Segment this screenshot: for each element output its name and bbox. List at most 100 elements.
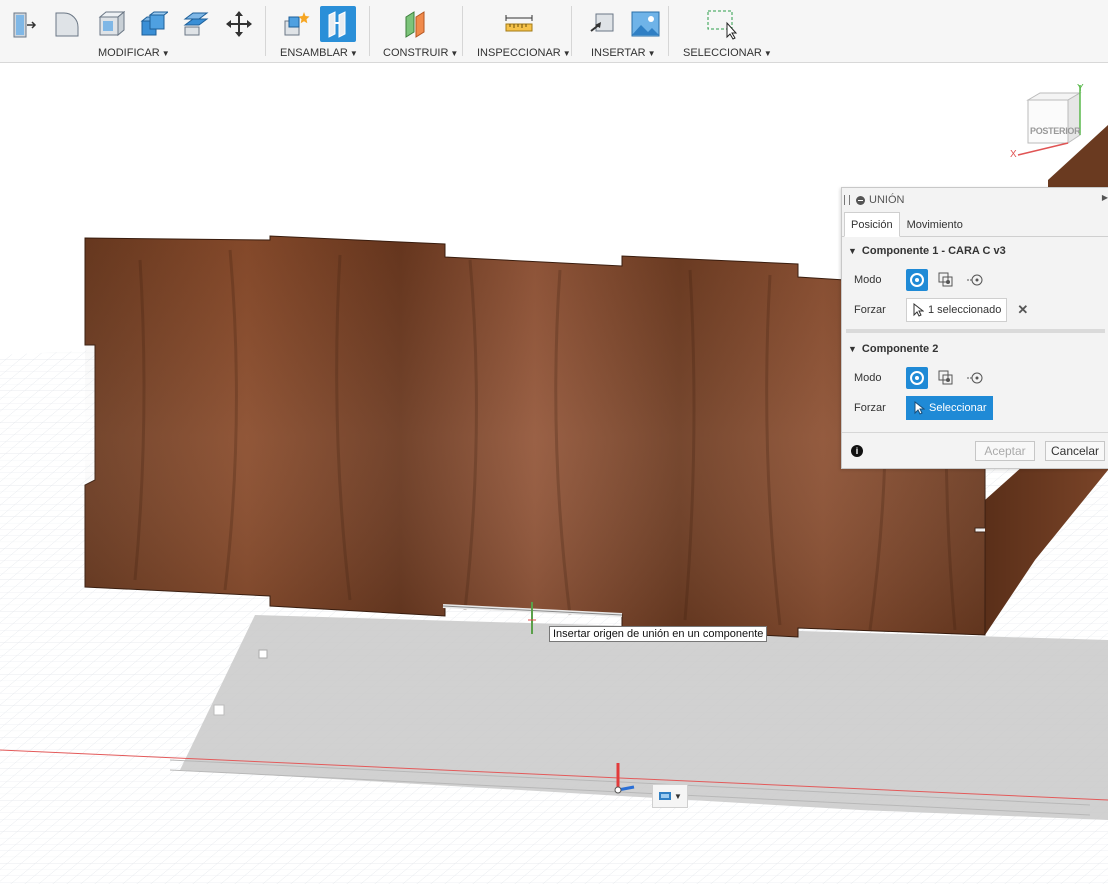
insert-derive-button[interactable] xyxy=(580,6,623,42)
offset-plane-button[interactable] xyxy=(394,6,437,42)
insert-derive-icon xyxy=(589,13,613,32)
combine-button[interactable] xyxy=(131,6,174,42)
insert-canvas-button[interactable] xyxy=(623,6,666,42)
tooltip: Insertar origen de unión en un component… xyxy=(549,626,768,642)
measure-icon xyxy=(505,15,532,32)
simple-mode-button[interactable] xyxy=(906,269,928,291)
separator xyxy=(369,6,370,56)
tab-position[interactable]: Posición xyxy=(844,212,900,237)
inspect-group: INSPECCIONAR ▼ xyxy=(472,0,571,62)
snap-selected-count: 1 seleccionado xyxy=(928,304,1002,316)
simple-mode-icon xyxy=(910,273,924,287)
mode-label: Modo xyxy=(854,372,882,384)
press-pull-button[interactable] xyxy=(2,6,45,42)
collapse-icon[interactable] xyxy=(856,195,865,205)
construct-menu[interactable]: CONSTRUIR ▼ xyxy=(383,47,458,59)
move-button[interactable] xyxy=(217,6,260,42)
shell-button[interactable] xyxy=(88,6,131,42)
grid-marker xyxy=(213,704,225,716)
expand-arrow-icon[interactable]: ▶ xyxy=(1102,193,1108,202)
cursor-icon xyxy=(914,401,925,415)
grid-marker xyxy=(258,649,268,659)
viewcube-icon xyxy=(1017,85,1082,156)
display-icon xyxy=(659,792,672,800)
combine-icon xyxy=(140,11,168,36)
separator xyxy=(571,6,572,56)
component2-title: Componente 2 xyxy=(861,343,939,355)
insert-menu[interactable]: INSERTAR ▼ xyxy=(591,47,656,59)
between-two-faces-button[interactable] xyxy=(935,367,957,389)
dialog-footer: i Aceptar Cancelar xyxy=(842,432,1108,469)
mode-label: Modo xyxy=(854,274,882,286)
shell-icon xyxy=(98,10,125,37)
edge-intersection-icon xyxy=(967,274,983,286)
triangle-down-icon: ▼ xyxy=(848,246,857,256)
section-divider xyxy=(846,329,1105,333)
select-group: SELECCIONAR ▼ xyxy=(678,0,778,62)
modify-group: MODIFICAR ▼ xyxy=(2,0,264,62)
cancel-button[interactable]: Cancelar xyxy=(1045,441,1105,461)
ok-button[interactable]: Aceptar xyxy=(975,441,1035,461)
modify-menu[interactable]: MODIFICAR ▼ xyxy=(98,47,170,59)
separator xyxy=(668,6,669,56)
edge-intersection-icon xyxy=(967,372,983,384)
snap-label: Forzar xyxy=(854,304,886,316)
joint-dialog: UNIÓN ▶ Posición Movimiento ▼ Componente… xyxy=(841,187,1108,469)
separator xyxy=(462,6,463,56)
simple-mode-icon xyxy=(910,371,924,385)
component1-mode-row: Modo xyxy=(842,265,1108,295)
two-edge-intersection-button[interactable] xyxy=(964,367,986,389)
press-pull-icon xyxy=(13,12,36,38)
two-edge-intersection-button[interactable] xyxy=(964,269,986,291)
toolbar: MODIFICAR ▼ ENSAMBLAR ▼ CONSTRUIR ▼ INSP… xyxy=(0,0,1108,63)
assemble-menu[interactable]: ENSAMBLAR ▼ xyxy=(280,47,358,59)
new-component-icon xyxy=(284,12,309,36)
viewcube-face-label: POSTERIOR xyxy=(1030,126,1081,136)
snap-label: Forzar xyxy=(854,402,886,414)
offset-face-button[interactable] xyxy=(174,6,217,42)
component1-title: Componente 1 - CARA C v3 xyxy=(861,245,1006,257)
select-icon xyxy=(707,10,737,40)
inspect-menu[interactable]: INSPECCIONAR ▼ xyxy=(477,47,571,59)
viewcube[interactable]: POSTERIOR Y X xyxy=(1010,83,1090,165)
fillet-button[interactable] xyxy=(45,6,88,42)
separator xyxy=(265,6,266,56)
between-two-faces-button[interactable] xyxy=(935,269,957,291)
component2-snap-row: Forzar Seleccionar xyxy=(842,393,1108,423)
offset-face-icon xyxy=(183,12,208,36)
select-button[interactable] xyxy=(700,6,743,42)
select-button-label: Seleccionar xyxy=(929,402,987,414)
drag-handle-icon[interactable] xyxy=(844,195,850,205)
measure-button[interactable] xyxy=(496,6,539,42)
viewcube-x-label: X xyxy=(1010,149,1017,160)
dialog-header: UNIÓN ▶ xyxy=(842,188,1108,212)
component2-section-header[interactable]: ▼ Componente 2 xyxy=(842,335,1108,363)
simple-mode-button[interactable] xyxy=(906,367,928,389)
component1-snap-selection[interactable]: 1 seleccionado xyxy=(906,298,1008,322)
insert-group: INSERTAR ▼ xyxy=(578,0,666,62)
clear-selection-icon[interactable]: ✕ xyxy=(1017,302,1028,318)
component2-select-button[interactable]: Seleccionar xyxy=(906,396,994,420)
component1-snap-row: Forzar 1 seleccionado ✕ xyxy=(842,295,1108,325)
assemble-group: ENSAMBLAR ▼ xyxy=(274,0,368,62)
offset-plane-icon xyxy=(405,11,424,38)
joint-icon xyxy=(328,11,346,38)
display-settings-button[interactable]: ▼ xyxy=(652,784,688,808)
joint-button[interactable] xyxy=(320,6,356,42)
triangle-down-icon: ▼ xyxy=(848,344,857,354)
move-icon xyxy=(225,11,252,37)
component1-section-header[interactable]: ▼ Componente 1 - CARA C v3 xyxy=(842,237,1108,265)
info-icon[interactable]: i xyxy=(851,445,863,457)
between-faces-icon xyxy=(938,370,953,385)
chevron-down-icon: ▼ xyxy=(674,791,682,801)
insert-canvas-icon xyxy=(631,11,659,37)
between-faces-icon xyxy=(938,272,953,287)
tab-motion[interactable]: Movimiento xyxy=(900,212,970,236)
construct-group: CONSTRUIR ▼ xyxy=(378,0,460,62)
select-menu[interactable]: SELECCIONAR ▼ xyxy=(683,47,772,59)
cursor-icon xyxy=(913,303,924,317)
fillet-icon xyxy=(55,12,78,37)
dialog-title: UNIÓN xyxy=(869,194,905,206)
component2-mode-row: Modo xyxy=(842,363,1108,393)
new-component-button[interactable] xyxy=(274,6,317,42)
